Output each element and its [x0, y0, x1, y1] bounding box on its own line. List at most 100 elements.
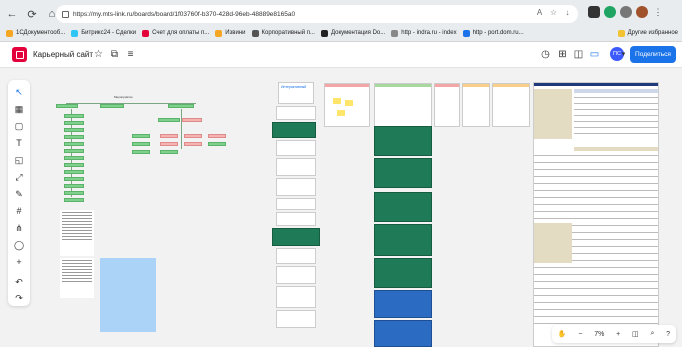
- sticky-note[interactable]: [337, 110, 345, 116]
- mindmap-node[interactable]: [184, 134, 202, 138]
- reload-icon[interactable]: ⟳: [24, 6, 40, 22]
- green-frame[interactable]: [272, 122, 316, 138]
- frames-icon[interactable]: ⊞: [557, 49, 568, 60]
- mindmap-node[interactable]: [208, 134, 226, 138]
- mindmap-node[interactable]: [64, 114, 84, 118]
- card-frame[interactable]: [276, 248, 316, 264]
- table-frame[interactable]: [533, 82, 659, 347]
- bookmark-item[interactable]: Документация Dо...: [320, 29, 385, 37]
- mindmap-node[interactable]: [160, 150, 178, 154]
- mindmap-node[interactable]: [158, 118, 180, 122]
- mindmap-node[interactable]: [132, 142, 150, 146]
- mindmap-node[interactable]: [168, 104, 194, 108]
- text-note[interactable]: [60, 210, 94, 256]
- star-icon[interactable]: ☆: [93, 49, 104, 60]
- text-note[interactable]: [60, 258, 94, 298]
- sticky-icon[interactable]: ▢: [13, 120, 25, 132]
- board-canvas[interactable]: Мероприятие Интерактивный: [0, 68, 682, 347]
- bookmark-item[interactable]: Извини: [215, 29, 246, 37]
- bookmark-item[interactable]: http - indra.ru - index: [391, 29, 457, 37]
- share-button[interactable]: Поделиться: [630, 46, 676, 63]
- card-frame[interactable]: [276, 310, 316, 328]
- mindmap-icon[interactable]: ⋔: [13, 222, 25, 234]
- mindmap-node[interactable]: [64, 149, 84, 153]
- zoom-level[interactable]: 7%: [594, 331, 604, 338]
- minimap-icon[interactable]: ◫: [632, 330, 639, 338]
- bookmark-item[interactable]: Корпоративный п...: [251, 29, 315, 37]
- bookmark-item[interactable]: Счет для оплаты п...: [142, 29, 209, 37]
- present-icon[interactable]: ▭: [589, 49, 600, 60]
- bookmark-item[interactable]: 1СДокументооб...: [6, 29, 65, 37]
- extension-icon[interactable]: [620, 6, 632, 18]
- mindmap-node[interactable]: [56, 104, 78, 108]
- card-frame[interactable]: [276, 106, 316, 120]
- mindmap-node[interactable]: [64, 191, 84, 195]
- mindmap-node[interactable]: [64, 142, 84, 146]
- green-frame[interactable]: [374, 158, 432, 188]
- hand-icon[interactable]: ✋: [558, 330, 567, 338]
- sticky-note[interactable]: [345, 100, 353, 106]
- other-bookmarks[interactable]: Другие избранное: [617, 29, 678, 37]
- mindmap-node[interactable]: [64, 177, 84, 181]
- card-frame[interactable]: [276, 140, 316, 156]
- mindmap-node[interactable]: [64, 121, 84, 125]
- green-frame[interactable]: [374, 224, 432, 256]
- mindmap-node[interactable]: [64, 170, 84, 174]
- extension-icon[interactable]: [588, 6, 600, 18]
- search-icon[interactable]: ⌕: [650, 330, 654, 338]
- bookmark-item[interactable]: Битрикс24 - Сделки: [71, 29, 136, 37]
- card-frame[interactable]: [276, 286, 316, 308]
- text-frame[interactable]: [462, 83, 490, 127]
- mindmap-node[interactable]: [100, 104, 124, 108]
- blue-frame[interactable]: [374, 290, 432, 318]
- shape-icon[interactable]: ◱: [13, 154, 25, 166]
- mindmap-node[interactable]: [64, 163, 84, 167]
- green-frame[interactable]: [272, 228, 320, 246]
- mindmap-node[interactable]: [160, 134, 178, 138]
- extension-icon[interactable]: [604, 6, 616, 18]
- mindmap-node[interactable]: [132, 150, 150, 154]
- add-icon[interactable]: +: [13, 256, 25, 268]
- green-frame[interactable]: [374, 258, 432, 288]
- mindmap-node[interactable]: [64, 156, 84, 160]
- select-icon[interactable]: ↖: [13, 86, 25, 98]
- text-icon[interactable]: T: [13, 137, 25, 149]
- download-icon[interactable]: ↓: [563, 8, 572, 17]
- frame-icon[interactable]: #: [13, 205, 25, 217]
- blue-frame[interactable]: [374, 320, 432, 347]
- translate-icon[interactable]: A: [535, 8, 544, 17]
- zoom-out-icon[interactable]: −: [578, 331, 582, 338]
- text-frame[interactable]: [434, 83, 460, 127]
- mindmap-node[interactable]: [132, 134, 150, 138]
- profile-avatar[interactable]: [636, 6, 648, 18]
- table-icon[interactable]: ▦: [13, 103, 25, 115]
- mindmap-node[interactable]: [182, 118, 202, 122]
- text-frame[interactable]: [374, 83, 432, 127]
- mindmap-node[interactable]: [64, 184, 84, 188]
- card-frame[interactable]: [276, 266, 316, 284]
- sticky-note[interactable]: [333, 98, 341, 104]
- comment-icon[interactable]: ◯: [13, 239, 25, 251]
- sticky-note[interactable]: [100, 258, 156, 332]
- mindmap-node[interactable]: [64, 135, 84, 139]
- back-icon[interactable]: ←: [4, 6, 20, 22]
- export-icon[interactable]: ⧉: [109, 49, 120, 60]
- notes-frame[interactable]: [324, 83, 370, 127]
- green-frame[interactable]: [374, 192, 432, 222]
- mindmap-node[interactable]: [64, 198, 84, 202]
- card-frame[interactable]: [276, 158, 316, 176]
- help-icon[interactable]: ?: [666, 331, 670, 338]
- redo-icon[interactable]: ↷: [13, 292, 25, 304]
- undo-icon[interactable]: ↶: [13, 276, 25, 288]
- card-frame[interactable]: [276, 212, 316, 226]
- bookmark-item[interactable]: http - port.dom.ru...: [462, 29, 524, 37]
- board-title[interactable]: Карьерный сайт: [33, 50, 93, 59]
- zoom-in-icon[interactable]: +: [616, 331, 620, 338]
- card-frame[interactable]: [276, 198, 316, 210]
- mindmap-node[interactable]: [64, 128, 84, 132]
- menu-icon[interactable]: ≡: [125, 49, 136, 60]
- connector-icon[interactable]: ⤢: [13, 171, 25, 183]
- timer-icon[interactable]: ◷: [540, 49, 551, 60]
- mindmap-node[interactable]: [160, 142, 178, 146]
- text-frame[interactable]: [492, 83, 530, 127]
